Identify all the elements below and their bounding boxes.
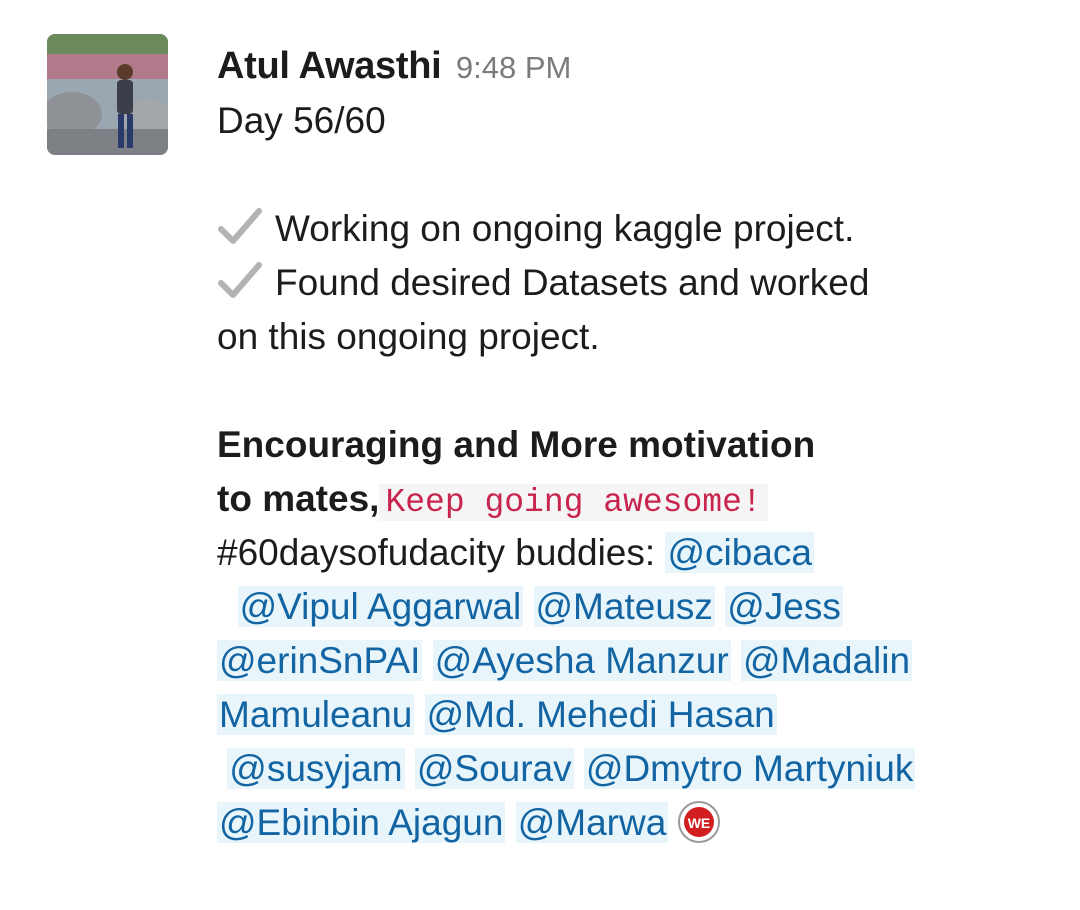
motivation-heading-end: to mates, xyxy=(217,478,380,519)
checklist-text: Found desired Datasets and worked xyxy=(275,262,870,303)
avatar-photo-icon xyxy=(47,34,168,155)
mentions-line: @Ebinbin Ajagun @Marwa WE xyxy=(217,796,1067,850)
mention-link[interactable]: @Sourav xyxy=(414,748,574,789)
mentions-line: Mamuleanu @Md. Mehedi Hasan xyxy=(217,688,1067,742)
user-avatar[interactable] xyxy=(47,34,168,155)
mention-link[interactable]: Mamuleanu xyxy=(217,694,415,735)
checklist-text: Working on ongoing kaggle project. xyxy=(275,208,855,249)
motivation-heading: Encouraging and More motivation xyxy=(217,424,816,465)
we-emoji-icon: WE xyxy=(678,801,721,843)
mention-link[interactable]: @Marwa xyxy=(515,802,669,843)
mention-link[interactable]: @Ayesha Manzur xyxy=(432,640,731,681)
mentions-line: @susyjam @Sourav @Dmytro Martyniuk xyxy=(217,742,1067,796)
mention-link[interactable]: @Jess xyxy=(725,586,843,627)
inline-code: Keep going awesome! xyxy=(379,484,768,521)
mention-link[interactable]: @Vipul Aggarwal xyxy=(237,586,524,627)
checklist-item: Found desired Datasets and worked xyxy=(217,256,1067,310)
check-mark-icon xyxy=(218,262,262,298)
mention-link[interactable]: @cibaca xyxy=(665,532,814,573)
mention-link[interactable]: @susyjam xyxy=(227,748,405,789)
mentions-line: @erinSnPAI @Ayesha Manzur @Madalin xyxy=(217,634,1067,688)
message: Atul Awasthi 9:48 PM Day 56/60 Working o… xyxy=(217,38,1067,850)
hashtag-text: #60daysofudacity buddies: xyxy=(217,532,666,573)
message-header: Atul Awasthi 9:48 PM xyxy=(217,38,1067,94)
mentions-line: @Vipul Aggarwal @Mateusz @Jess xyxy=(217,580,1067,634)
checklist-item: Working on ongoing kaggle project. xyxy=(217,202,1067,256)
checklist-continuation: on this ongoing project. xyxy=(217,316,600,357)
mentions-line: #60daysofudacity buddies: @cibaca xyxy=(217,526,1067,580)
check-mark-icon xyxy=(218,208,262,244)
mention-link[interactable]: @Madalin xyxy=(740,640,913,681)
mention-link[interactable]: @Dmytro Martyniuk xyxy=(583,748,916,789)
mention-link[interactable]: @Mateusz xyxy=(533,586,715,627)
sender-name[interactable]: Atul Awasthi xyxy=(217,45,442,87)
mention-link[interactable]: @Md. Mehedi Hasan xyxy=(424,694,777,735)
mention-link[interactable]: @erinSnPAI xyxy=(217,640,423,681)
mention-link[interactable]: @Ebinbin Ajagun xyxy=(217,802,506,843)
motivation-line: to mates, Keep going awesome! xyxy=(217,472,1067,526)
timestamp[interactable]: 9:48 PM xyxy=(456,50,571,85)
badge-text: WE xyxy=(688,815,711,831)
day-progress: Day 56/60 xyxy=(217,100,386,141)
